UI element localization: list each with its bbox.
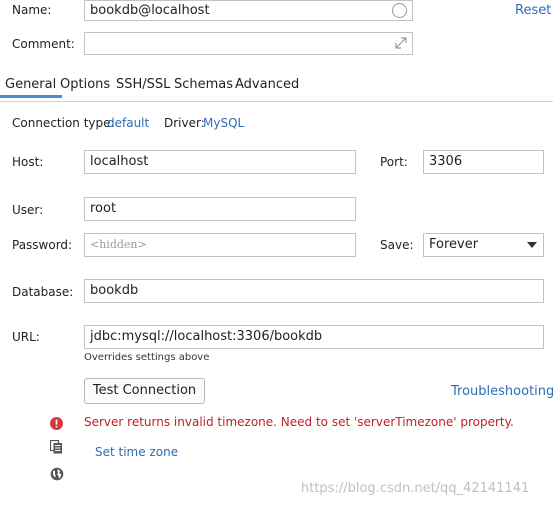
save-select[interactable]: Forever (423, 233, 544, 257)
port-input[interactable]: 3306 (423, 150, 544, 174)
comment-input[interactable] (84, 32, 413, 55)
tab-general[interactable]: General (0, 77, 63, 98)
driver-link[interactable]: MySQL (203, 116, 244, 130)
connection-type-label: Connection type: (12, 116, 115, 130)
tab-schemas[interactable]: Schemas (174, 77, 233, 92)
password-input[interactable]: <hidden> (84, 233, 356, 257)
connection-type-link[interactable]: default (107, 116, 149, 130)
comment-label: Comment: (12, 37, 75, 51)
reset-link[interactable]: Reset (515, 3, 551, 18)
color-circle-icon[interactable] (392, 3, 407, 18)
tabs-divider (0, 101, 553, 102)
watermark: https://blog.csdn.net/qq_42141141 (301, 481, 530, 496)
password-placeholder: <hidden> (90, 238, 147, 251)
name-input-value: bookdb@localhost (90, 3, 210, 18)
database-input[interactable]: bookdb (84, 279, 544, 303)
tab-ssh-ssl[interactable]: SSH/SSL (116, 77, 170, 92)
error-message: Server returns invalid timezone. Need to… (84, 415, 514, 429)
expand-icon[interactable] (395, 37, 407, 49)
user-input[interactable]: root (84, 197, 356, 221)
user-label: User: (12, 203, 44, 217)
password-label: Password: (12, 238, 73, 252)
database-label: Database: (12, 285, 74, 299)
copy-icon[interactable] (50, 440, 63, 454)
set-time-zone-link[interactable]: Set time zone (95, 445, 178, 459)
save-label: Save: (380, 238, 414, 252)
driver-label: Driver: (164, 116, 205, 130)
chevron-down-icon (527, 242, 537, 248)
tab-advanced[interactable]: Advanced (235, 77, 299, 92)
host-input[interactable]: localhost (84, 150, 356, 174)
url-input[interactable]: jdbc:mysql://localhost:3306/bookdb (84, 325, 544, 349)
troubleshooting-link[interactable]: Troubleshooting (451, 384, 553, 399)
name-label: Name: (12, 3, 52, 17)
host-label: Host: (12, 155, 44, 169)
url-label: URL: (12, 330, 40, 344)
tab-options[interactable]: Options (60, 77, 110, 92)
test-connection-button[interactable]: Test Connection (84, 378, 205, 404)
url-hint: Overrides settings above (84, 352, 210, 363)
save-select-value: Forever (429, 237, 479, 252)
name-input[interactable]: bookdb@localhost (84, 0, 413, 21)
globe-icon[interactable] (50, 467, 64, 481)
port-label: Port: (380, 155, 408, 169)
error-icon (50, 417, 63, 430)
